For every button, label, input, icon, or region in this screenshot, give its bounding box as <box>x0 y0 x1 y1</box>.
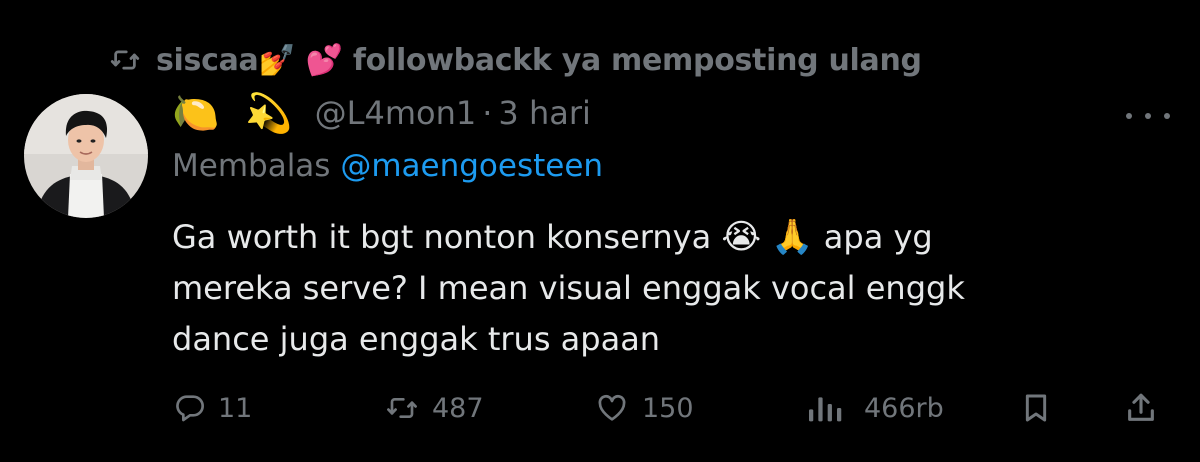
repost-button[interactable]: 487 <box>384 386 484 430</box>
heart-icon <box>594 392 630 424</box>
reply-icon <box>174 392 206 424</box>
lemon-emoji[interactable]: 🍋 <box>172 94 219 132</box>
avatar[interactable] <box>24 94 148 218</box>
views-button[interactable]: 466rb <box>806 386 944 430</box>
more-options-icon[interactable] <box>1126 106 1170 126</box>
replying-to: Membalas @maengoesteen <box>172 148 603 184</box>
reply-button[interactable]: 11 <box>174 386 252 430</box>
bookmark-icon <box>1020 391 1052 425</box>
share-icon <box>1124 391 1158 425</box>
views-count: 466rb <box>864 392 944 424</box>
repost-user: siscaa <box>156 42 259 78</box>
author-handle[interactable]: @L4mon1 <box>315 94 477 132</box>
post-body-line-2: mereka serve? I mean visual enggak vocal… <box>172 269 965 307</box>
post-body-text-1: Ga worth it bgt nonton konsernya <box>172 218 712 256</box>
reply-count: 11 <box>218 392 253 424</box>
dizzy-emoji[interactable]: 💫 <box>245 94 292 132</box>
post-body-line-3: dance juga enggak trus apaan <box>172 320 661 358</box>
separator-dot: · <box>482 94 493 132</box>
replying-prefix: Membalas <box>172 148 331 184</box>
crying-emoji: 😭 <box>721 217 762 257</box>
post-author-row: 🍋 💫 @L4mon1 · 3 hari <box>172 88 591 138</box>
views-icon <box>806 392 852 424</box>
share-button[interactable] <box>1124 386 1158 430</box>
like-count: 150 <box>642 392 694 424</box>
folded-hands-emoji: 🙏 <box>771 217 814 257</box>
replying-to-mention[interactable]: @maengoesteen <box>340 148 603 184</box>
post-body-line-1: Ga worth it bgt nonton konsernya 😭 🙏 apa… <box>172 212 1172 263</box>
repost-label[interactable]: siscaa💅 💕 followbackk ya memposting ulan… <box>156 43 922 78</box>
repost-suffix: followbackk ya memposting ulang <box>352 42 922 78</box>
like-button[interactable]: 150 <box>594 386 694 430</box>
post-timestamp[interactable]: 3 hari <box>498 94 590 132</box>
repost-count: 487 <box>432 392 484 424</box>
nail-polish-emoji: 💅 <box>258 42 296 78</box>
post-body: Ga worth it bgt nonton konsernya 😭 🙏 apa… <box>172 212 1172 365</box>
repost-action-icon <box>384 392 420 424</box>
post-body-text-2: apa yg <box>823 218 933 256</box>
bookmark-button[interactable] <box>1020 386 1052 430</box>
hearts-emoji: 💕 <box>305 42 343 78</box>
repost-header: siscaa💅 💕 followbackk ya memposting ulan… <box>108 38 922 82</box>
repost-icon <box>108 45 142 75</box>
